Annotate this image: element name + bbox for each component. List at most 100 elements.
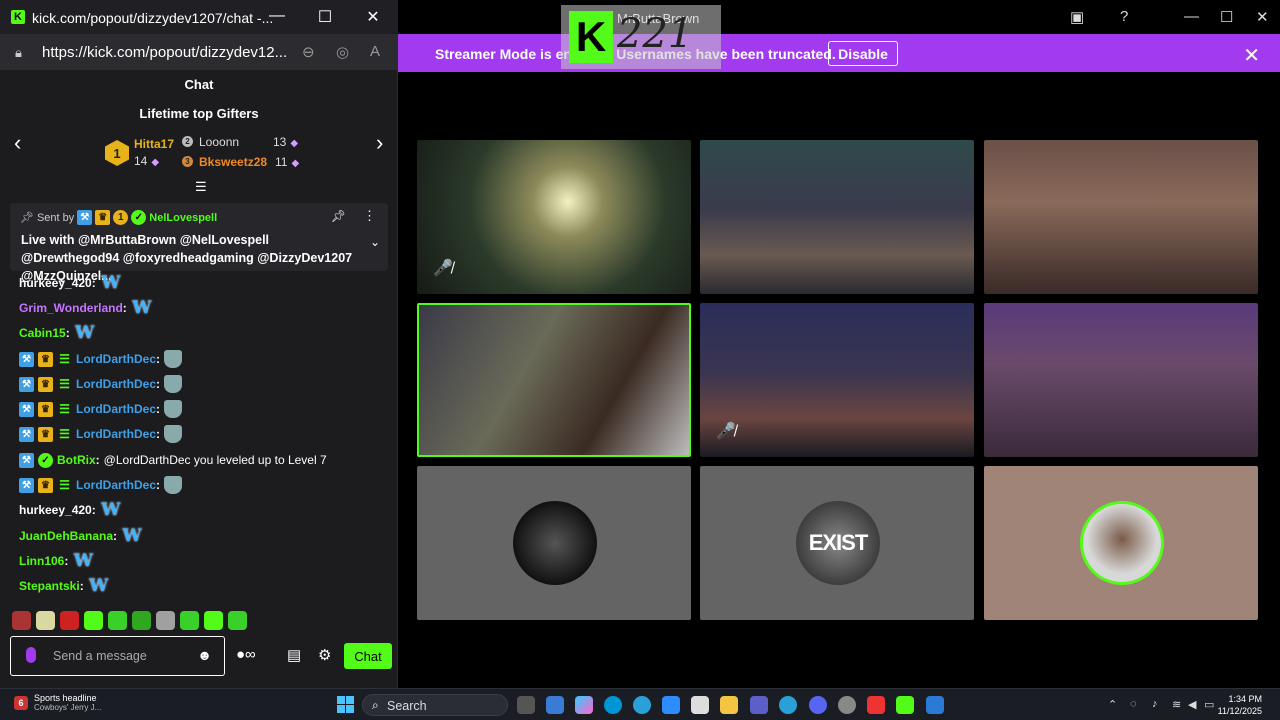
start-menu-icon[interactable] bbox=[337, 696, 354, 713]
video-tile-1[interactable]: 🎤̸ bbox=[417, 140, 691, 294]
subscriber-badge-icon: ☰ bbox=[59, 352, 70, 366]
discord-app-icon[interactable] bbox=[809, 696, 827, 714]
message-input[interactable] bbox=[53, 645, 193, 667]
chat-username[interactable]: LordDarthDec bbox=[76, 402, 156, 416]
emote-button[interactable] bbox=[156, 611, 175, 630]
close-button[interactable]: ✕ bbox=[361, 7, 385, 27]
chevron-right-icon[interactable]: › bbox=[376, 130, 383, 156]
emote-button[interactable] bbox=[36, 611, 55, 630]
copilot-icon[interactable] bbox=[575, 696, 593, 714]
store-app-icon[interactable] bbox=[691, 696, 709, 714]
settings-gear-icon[interactable]: ⚙ bbox=[318, 646, 331, 664]
chat-username[interactable]: LordDarthDec bbox=[76, 377, 156, 391]
taskbar-clock[interactable]: 1:34 PM 11/12/2025 bbox=[1218, 693, 1262, 717]
lock-icon[interactable]: 🔒︎ bbox=[15, 45, 22, 61]
url-text[interactable]: https://kick.com/popout/dizzydev12... bbox=[42, 44, 287, 61]
store-icon[interactable]: ▤ bbox=[287, 646, 301, 664]
participant-avatar bbox=[1080, 501, 1164, 585]
zoom-app-icon[interactable] bbox=[662, 696, 680, 714]
chat-username[interactable]: Grim_Wonderland bbox=[19, 301, 123, 315]
gifter-name[interactable]: Hitta17 bbox=[134, 137, 174, 151]
avatar-tile-3[interactable] bbox=[984, 466, 1258, 620]
chat-username[interactable]: LordDarthDec bbox=[76, 427, 156, 441]
taskbar-search[interactable]: ⌕ Search bbox=[362, 694, 508, 716]
task-view-icon[interactable] bbox=[517, 696, 535, 714]
emote-button[interactable] bbox=[60, 611, 79, 630]
maximize-button[interactable]: ☐ bbox=[313, 7, 337, 27]
minimize-icon[interactable]: — bbox=[1184, 8, 1199, 25]
chat-username[interactable]: Stepantski bbox=[19, 579, 80, 593]
kick-favicon-icon: K bbox=[11, 10, 25, 24]
chat-username[interactable]: Cabin15 bbox=[19, 326, 66, 340]
kicks-icon[interactable]: ●∞ bbox=[236, 646, 256, 663]
video-tile-5[interactable]: 🎤̸ bbox=[700, 303, 974, 457]
avatar-tile-2[interactable]: EXIST bbox=[700, 466, 974, 620]
volume-icon[interactable]: ◀ bbox=[1188, 698, 1196, 711]
read-aloud-icon[interactable]: A bbox=[370, 43, 380, 60]
microphone-icon[interactable] bbox=[26, 647, 36, 663]
more-options-icon[interactable]: ⋮ bbox=[363, 208, 376, 224]
file-explorer-icon[interactable] bbox=[720, 696, 738, 714]
emote-button[interactable] bbox=[84, 611, 103, 630]
filter-icon[interactable]: ☰ bbox=[195, 179, 207, 195]
chat-username[interactable]: JuanDehBanana bbox=[19, 529, 113, 543]
emoji-picker-icon[interactable]: ☻ bbox=[197, 647, 212, 663]
video-tile-3[interactable] bbox=[984, 140, 1258, 294]
emote-button[interactable] bbox=[108, 611, 127, 630]
widgets-app-icon[interactable] bbox=[546, 696, 564, 714]
chat-username[interactable]: LordDarthDec bbox=[76, 352, 156, 366]
unpin-icon[interactable]: 📌︎ bbox=[331, 209, 346, 223]
video-tile-4-active-speaker[interactable] bbox=[417, 303, 691, 457]
tray-app-icon[interactable]: ◌ bbox=[1130, 698, 1137, 710]
address-bar[interactable]: 🔒︎ https://kick.com/popout/dizzydev12...… bbox=[0, 34, 398, 70]
gifter-name[interactable]: Bksweetz28 bbox=[199, 155, 267, 169]
video-tile-6[interactable] bbox=[984, 303, 1258, 457]
kick-app-icon[interactable] bbox=[896, 696, 914, 714]
emote-button[interactable] bbox=[228, 611, 247, 630]
window-title: kick.com/popout/dizzydev1207/chat -... bbox=[32, 10, 274, 26]
browser-app-icon[interactable] bbox=[779, 696, 797, 714]
help-icon[interactable]: ? bbox=[1120, 8, 1128, 25]
chat-username[interactable]: hurkeey_420 bbox=[19, 276, 92, 290]
zoom-icon[interactable]: ⊖ bbox=[302, 43, 315, 61]
rank-1-badge: 1 bbox=[105, 140, 129, 166]
video-tile-2[interactable] bbox=[700, 140, 974, 294]
microphone-tray-icon[interactable]: ♪ bbox=[1152, 698, 1158, 710]
moderator-badge-icon: ⚒ bbox=[77, 210, 93, 225]
pinned-sender-name[interactable]: NelLovespell bbox=[149, 212, 217, 224]
app-icon[interactable] bbox=[926, 696, 944, 714]
teams-app-icon[interactable] bbox=[750, 696, 768, 714]
gift-icon: ◆ bbox=[291, 158, 300, 169]
emote-image bbox=[164, 400, 183, 418]
gifter-name[interactable]: Looonn bbox=[199, 135, 239, 149]
message-input-box[interactable]: ☻ bbox=[10, 636, 225, 676]
chat-username[interactable]: BotRix bbox=[57, 453, 96, 467]
chat-username[interactable]: hurkeey_420 bbox=[19, 503, 92, 517]
maximize-icon[interactable]: ☐ bbox=[1220, 8, 1233, 26]
tray-chevron-up-icon[interactable]: ⌃ bbox=[1108, 698, 1117, 711]
hp-app-icon[interactable] bbox=[604, 696, 622, 714]
avatar-tile-1[interactable] bbox=[417, 466, 691, 620]
verified-badge-icon: ✓ bbox=[38, 452, 53, 468]
news-widget[interactable]: 6 Sports headline Cowboys' Jerry J... bbox=[14, 693, 101, 712]
emote-button[interactable] bbox=[204, 611, 223, 630]
maps-app-icon[interactable] bbox=[867, 696, 885, 714]
chat-username[interactable]: Linn106 bbox=[19, 554, 64, 568]
record-icon[interactable]: ▣ bbox=[1070, 8, 1084, 26]
chat-send-button[interactable]: Chat bbox=[344, 643, 392, 669]
edge-app-icon[interactable] bbox=[633, 696, 651, 714]
emote-button[interactable] bbox=[180, 611, 199, 630]
battery-icon[interactable]: ▭ bbox=[1204, 698, 1214, 711]
wifi-icon[interactable]: ≋ bbox=[1172, 698, 1181, 711]
chevron-left-icon[interactable]: ‹ bbox=[14, 130, 21, 156]
settings-app-icon[interactable] bbox=[838, 696, 856, 714]
tracking-prevention-icon[interactable]: ◎ bbox=[336, 43, 349, 61]
chat-username[interactable]: LordDarthDec bbox=[76, 478, 156, 492]
chevron-down-icon[interactable]: ⌄ bbox=[370, 235, 380, 249]
banner-close-icon[interactable]: ✕ bbox=[1243, 43, 1260, 68]
disable-button[interactable]: Disable bbox=[828, 41, 898, 66]
minimize-button[interactable]: — bbox=[265, 7, 289, 25]
emote-button[interactable] bbox=[12, 611, 31, 630]
close-icon[interactable]: ✕ bbox=[1256, 8, 1269, 26]
emote-button[interactable] bbox=[132, 611, 151, 630]
